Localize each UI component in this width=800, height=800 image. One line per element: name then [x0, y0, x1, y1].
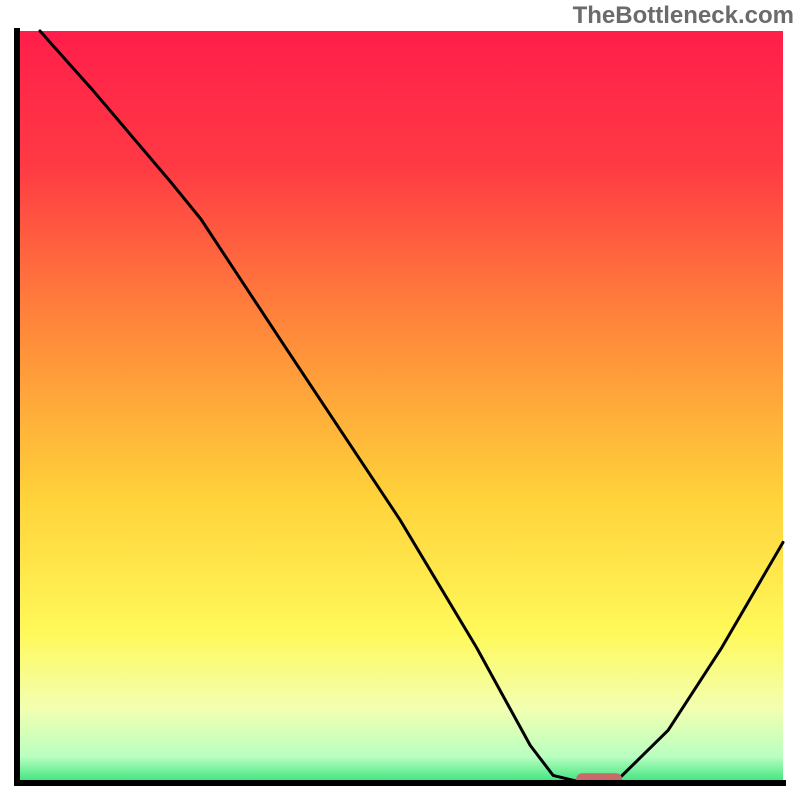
plot-area — [14, 28, 786, 786]
heat-gradient-bg — [17, 31, 783, 783]
chart-frame: TheBottleneck.com — [0, 0, 800, 800]
bottleneck-chart — [14, 28, 786, 786]
watermark-text: TheBottleneck.com — [573, 2, 794, 30]
